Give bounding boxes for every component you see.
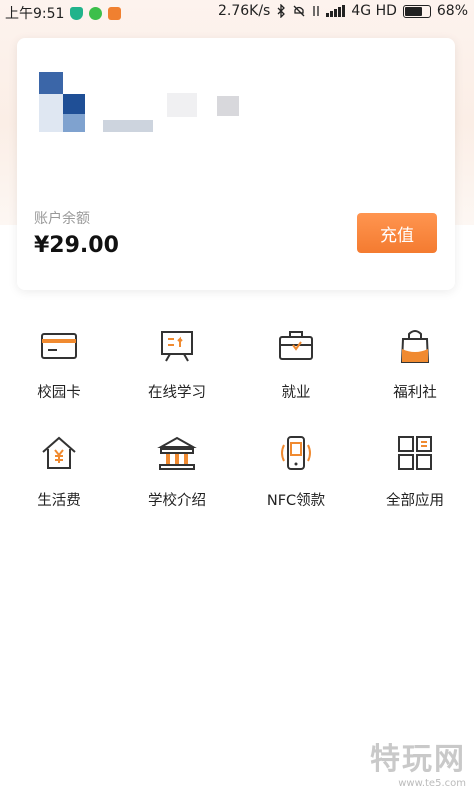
watermark-url: www.te5.com [398,778,466,789]
balance-label: 账户余额 [34,211,90,227]
battery-percent: 68% [436,3,468,19]
app-label: 校园卡 [37,385,81,401]
app-all-apps[interactable]: 全部应用 [356,433,474,510]
app-label: NFC领款 [266,493,326,509]
app-label: 生活费 [37,493,81,509]
app-label: 就业 [281,385,311,401]
app-label: 福利社 [393,385,437,401]
network-speed: 2.76K/s [217,3,271,19]
recharge-button[interactable]: 充值 [357,213,437,253]
app-living-expenses[interactable]: 生活费 [0,433,118,510]
signal-icon [326,5,346,17]
all-apps-icon [398,436,432,470]
nfc-phone-icon [281,436,311,470]
app-label: 在线学习 [148,385,206,401]
silent-icon [293,5,305,17]
wechat-icon [89,6,103,20]
house-yen-icon [42,436,76,469]
app-label: 全部应用 [386,493,444,509]
app-label: 学校介绍 [148,493,206,509]
school-building-icon [157,436,197,470]
app-nfc-collection[interactable]: NFC领款 [237,433,355,510]
app-school-intro[interactable]: 学校介绍 [118,433,236,510]
presentation-icon [161,331,193,362]
account-card: 账户余额 ¥29.00 充值 [17,38,455,290]
watermark-text: 特玩网 [370,742,466,777]
card-icon [41,333,77,359]
app-online-learning[interactable]: 在线学习 [118,325,236,402]
network-type: 4G HD [351,3,397,19]
watermark: 特玩网 www.te5.com [370,734,466,789]
balance-value: ¥29.00 [34,233,119,258]
app-campus-card[interactable]: 校园卡 [0,325,118,402]
battery-icon [402,4,431,18]
app-employment[interactable]: 就业 [237,325,355,402]
status-time: 上午9:51 [5,6,65,22]
bluetooth-icon [277,4,286,18]
app-notification-icon [108,6,122,20]
school-logo [39,72,159,142]
briefcase-icon [279,331,313,360]
app-welfare-store[interactable]: 福利社 [356,325,474,402]
data-transfer-icon [313,6,320,16]
status-bar: 上午9:51 2.76K/s 4G HD 68% [0,0,474,24]
shield-icon [70,6,84,20]
blurred-name [167,93,197,117]
shopping-bag-icon [400,330,430,363]
blurred-avatar [217,96,239,116]
